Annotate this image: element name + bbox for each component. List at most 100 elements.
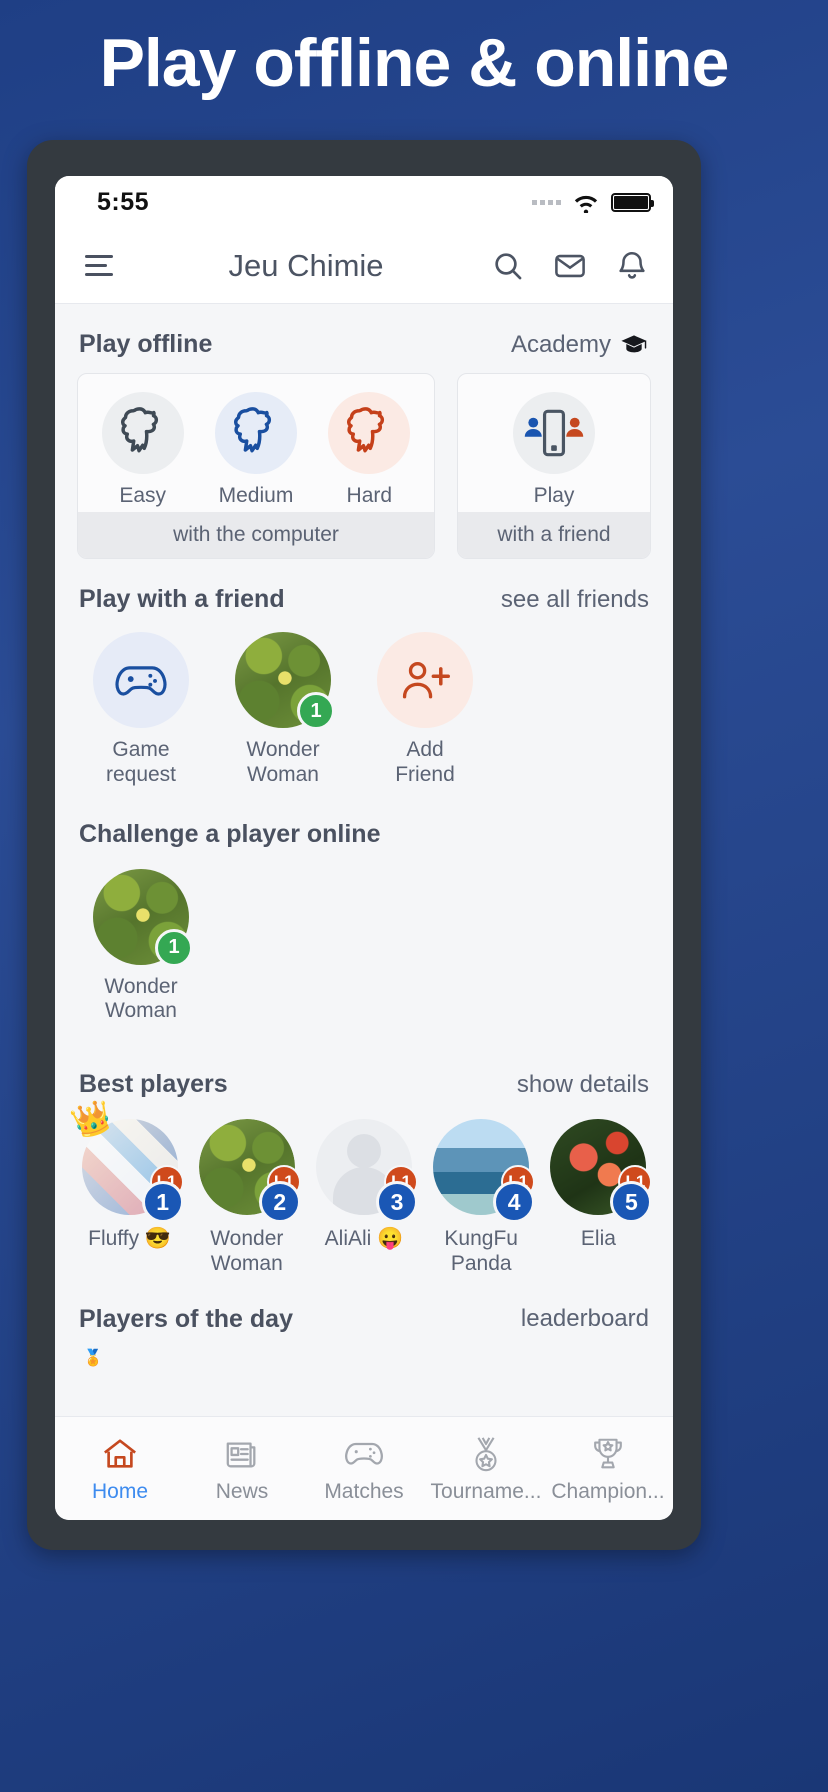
best-players-list: 👑 L1 1 Fluffy 😎 L1 2 WonderW (67, 1096, 653, 1279)
best-players-header: Best players show details (77, 1044, 651, 1113)
main-content: Play offline Academy Easy Medium Hard wi… (55, 304, 673, 1416)
unread-badge: 1 (155, 928, 193, 967)
friend-add-friend[interactable]: Add Friend (363, 632, 487, 788)
app-bar-actions (491, 249, 649, 283)
mode-hard[interactable]: Hard (313, 392, 425, 508)
academy-link[interactable]: Academy (511, 331, 649, 359)
newspaper-icon (223, 1434, 261, 1474)
show-details-link[interactable]: show details (517, 1071, 649, 1099)
challenge-player-wonder-woman[interactable]: 1 Wonder Woman (79, 868, 203, 1025)
best-player-2[interactable]: L1 2 WonderWoman (194, 1119, 301, 1277)
challenge-player-label: Wonder Woman (104, 974, 178, 1023)
brain-icon (120, 407, 158, 453)
avatar: 1 (235, 632, 335, 730)
home-icon (101, 1434, 139, 1474)
mode-easy-label: Easy (119, 484, 166, 507)
best-player-name: Fluffy 😎 (88, 1227, 172, 1251)
search-icon[interactable] (491, 249, 525, 283)
page-title: Play offline & online (99, 25, 730, 101)
status-indicators (532, 191, 654, 213)
see-all-friends-link[interactable]: see all friends (501, 586, 649, 614)
friend-mode: Play (458, 374, 650, 512)
difficulty-modes: Easy Medium Hard (78, 374, 434, 512)
friend-label: Wonder Woman (246, 738, 320, 786)
best-player-name: KungFu Panda (444, 1227, 518, 1275)
play-offline-cards: Easy Medium Hard with the computer Play … (77, 373, 651, 559)
brain-icon (347, 407, 385, 453)
friend-label: Add Friend (395, 738, 455, 786)
signal-dots-icon (532, 199, 561, 205)
hamburger-menu-icon[interactable] (77, 255, 129, 276)
graduation-cap-icon (621, 334, 647, 352)
play-with-friend-header: Play with a friend see all friends (77, 559, 651, 628)
best-player-1[interactable]: 👑 L1 1 Fluffy 😎 (67, 1096, 184, 1277)
section-title-play-offline: Play offline (79, 330, 213, 358)
nav-label: Home (91, 1479, 149, 1503)
bottom-navigation: Home News Matches Tourname... Champion..… (55, 1416, 673, 1520)
players-of-the-day-header: Players of the day leaderboard (77, 1279, 651, 1348)
best-player-4[interactable]: L1 4 KungFuPanda (429, 1119, 536, 1277)
section-title-play-with-friend: Play with a friend (79, 585, 285, 613)
gamepad-icon (115, 666, 167, 696)
friend-wonder-woman[interactable]: 1 Wonder Woman (221, 632, 345, 788)
friend-game-request[interactable]: Game request (79, 632, 203, 788)
wifi-icon (574, 195, 598, 213)
play-offline-header: Play offline Academy (77, 304, 651, 373)
avatar: 1 (93, 868, 193, 967)
trophy-icon (590, 1434, 626, 1474)
unread-badge: 1 (297, 692, 335, 730)
app-title: Jeu Chimie (228, 247, 384, 283)
add-person-icon (402, 661, 450, 699)
mode-easy[interactable]: Easy (87, 392, 199, 508)
best-player-5[interactable]: L1 5 Elia (546, 1119, 653, 1277)
rank-badge: 5 (610, 1181, 653, 1224)
mail-icon[interactable] (553, 249, 587, 283)
nav-label: Matches (324, 1479, 404, 1503)
mode-medium[interactable]: Medium (200, 392, 312, 508)
leaderboard-link[interactable]: leaderboard (521, 1305, 649, 1333)
battery-icon (611, 192, 654, 212)
rank-badge: 1 (141, 1181, 184, 1224)
best-player-name: AliAli 😛 (324, 1227, 404, 1251)
best-player-name: Elia (580, 1227, 616, 1251)
mode-hard-label: Hard (346, 484, 393, 507)
bell-icon[interactable] (615, 249, 649, 283)
academy-link-label: Academy (510, 330, 611, 358)
players-of-the-day-partial-row: 🏅 (83, 1349, 103, 1367)
status-bar: 5:55 (55, 176, 673, 228)
mode-medium-label: Medium (218, 484, 294, 507)
nav-label: Champion... (551, 1479, 665, 1503)
status-time: 5:55 (97, 187, 150, 216)
nav-item-news[interactable]: News (183, 1434, 301, 1504)
friend-label: Game request (105, 738, 177, 786)
two-players-phone-icon (524, 409, 584, 457)
brain-icon (233, 407, 272, 453)
play-with-friend-card[interactable]: Play with a friend (457, 373, 651, 559)
with-the-computer-label: with the computer (78, 512, 434, 558)
phone-screen: 5:55 Jeu Chimie Play offline Academy Eas… (55, 176, 673, 1520)
phone-frame: 5:55 Jeu Chimie Play offline Academy Eas… (27, 140, 701, 1550)
best-player-name: Wonder Woman (210, 1227, 284, 1275)
best-player-3[interactable]: L1 3 AliAli 😛 (311, 1119, 418, 1277)
friends-list: Game request 1 Wonder Woman Add Friend (77, 628, 651, 794)
nav-item-championships[interactable]: Champion... (549, 1434, 667, 1504)
medal-icon (469, 1434, 503, 1474)
nav-label: News (215, 1479, 269, 1503)
app-bar: Jeu Chimie (55, 228, 673, 304)
challenge-online-header: Challenge a player online (77, 794, 651, 863)
mode-play-friend[interactable]: Play (498, 392, 610, 508)
rank-badge: 4 (493, 1181, 536, 1224)
nav-label: Tourname... (430, 1479, 542, 1503)
challenge-online-list: 1 Wonder Woman (77, 863, 651, 1045)
nav-item-home[interactable]: Home (61, 1434, 179, 1504)
section-title-best-players: Best players (79, 1070, 228, 1099)
nav-item-tournaments[interactable]: Tourname... (427, 1434, 545, 1504)
with-a-friend-label: with a friend (458, 512, 650, 558)
nav-item-matches[interactable]: Matches (305, 1434, 423, 1504)
mode-play-friend-label: Play (533, 484, 575, 507)
gamepad-icon (343, 1434, 385, 1474)
section-title-players-of-the-day: Players of the day (79, 1304, 293, 1333)
rank-badge: 2 (258, 1181, 301, 1224)
section-title-challenge-online: Challenge a player online (79, 819, 381, 848)
play-with-computer-card[interactable]: Easy Medium Hard with the computer (77, 373, 435, 559)
